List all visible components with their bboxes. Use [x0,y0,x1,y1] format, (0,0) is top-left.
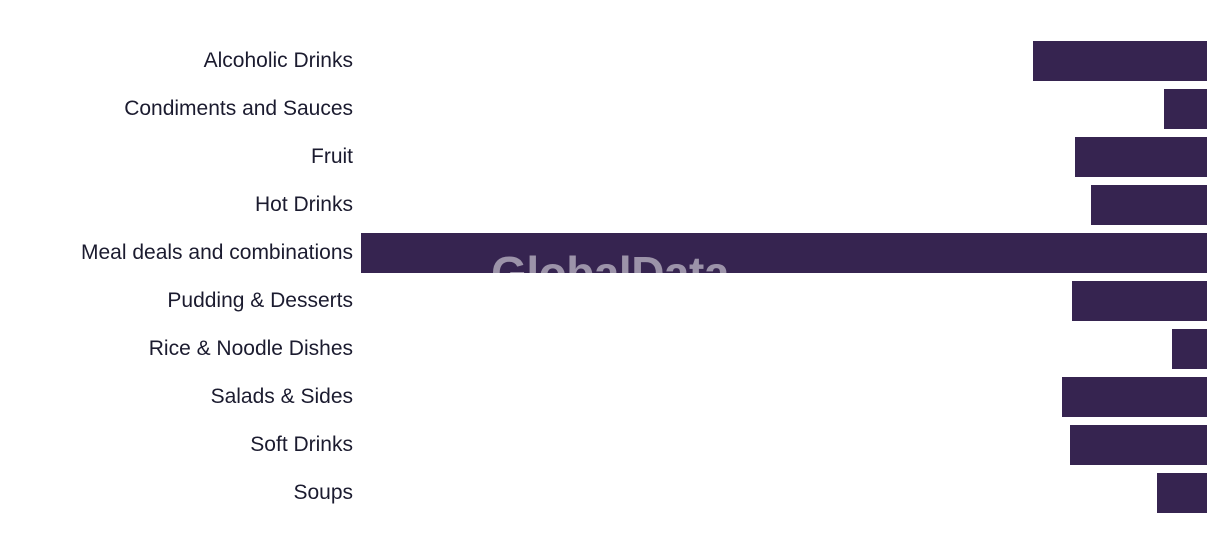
chart-row: Condiments and Sauces [0,85,1220,133]
chart-row: Pudding & Desserts [0,277,1220,325]
bar-2[interactable] [1075,137,1207,177]
category-label-3: Hot Drinks [254,193,353,216]
chart-row: Salads & Sides [0,373,1220,421]
bar-4[interactable] [361,233,1207,273]
plot-area: Alcoholic Drinks Condiments and Sauces Fru… [0,0,1220,556]
bar-0[interactable] [1033,41,1207,81]
bar-chart: Alcoholic Drinks Condiments and Sauces Fru… [0,0,1220,556]
bar-1[interactable] [1164,89,1207,129]
chart-row: Alcoholic Drinks [0,37,1220,85]
category-label-5: Pudding & Desserts [167,289,353,312]
chart-row: Rice & Noodle Dishes [0,325,1220,373]
category-label-1: Condiments and Sauces [124,97,353,120]
category-label-2: Fruit [311,145,353,168]
category-label-6: Rice & Noodle Dishes [148,337,353,360]
chart-row: Fruit [0,133,1220,181]
chart-row: Soft Drinks [0,421,1220,469]
category-label-9: Soups [293,481,353,504]
category-label-8: Soft Drinks [250,433,353,456]
chart-row: Hot Drinks [0,181,1220,229]
chart-row: Meal deals and combinations [0,229,1220,277]
chart-row: Soups [0,469,1220,517]
bar-8[interactable] [1070,425,1207,465]
category-label-0: Alcoholic Drinks [203,49,353,72]
bar-7[interactable] [1062,377,1207,417]
bar-6[interactable] [1172,329,1207,369]
category-label-7: Salads & Sides [210,385,353,408]
category-label-4: Meal deals and combinations [81,241,353,264]
bar-5[interactable] [1072,281,1207,321]
bar-3[interactable] [1091,185,1207,225]
bar-9[interactable] [1157,473,1207,513]
